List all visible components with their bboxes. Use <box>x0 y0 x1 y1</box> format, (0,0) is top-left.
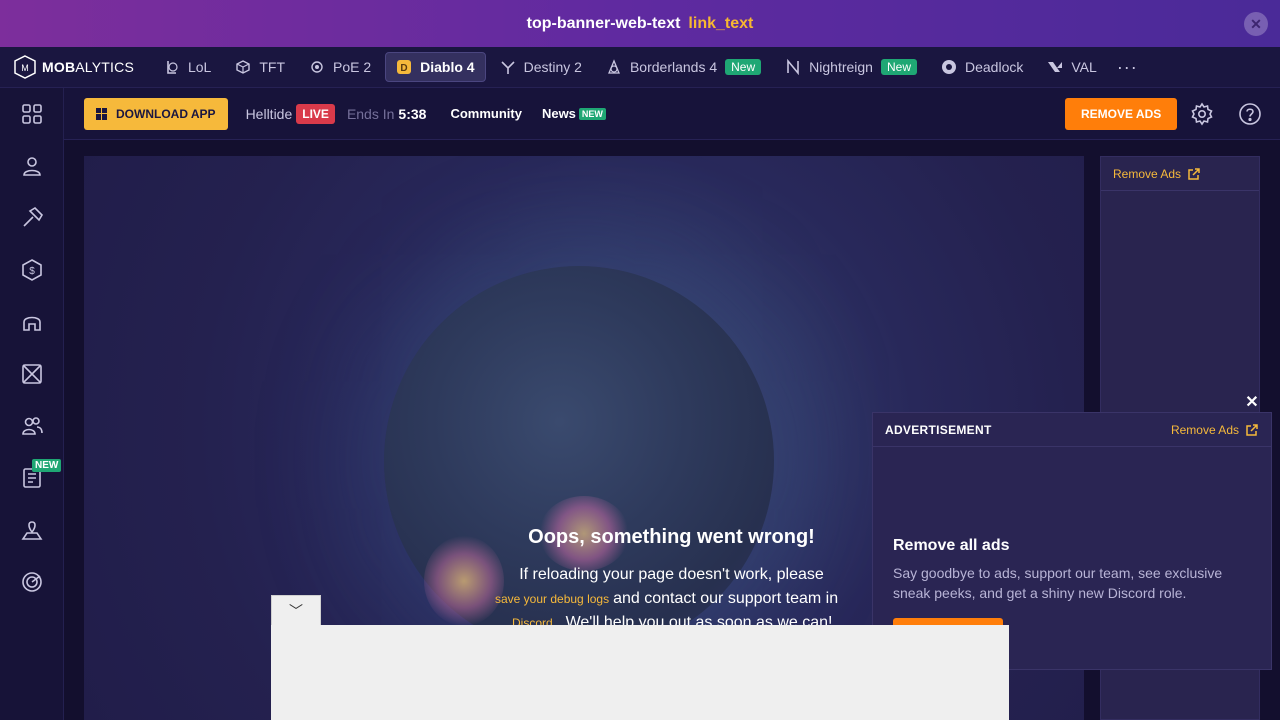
collapse-ad-button[interactable]: ﹀ <box>271 595 321 625</box>
map-pin-icon[interactable] <box>20 518 44 542</box>
new-badge: New <box>725 59 762 75</box>
lol-icon <box>164 59 180 75</box>
new-badge: NEW <box>32 459 62 472</box>
bottom-ad-slot <box>271 625 1009 720</box>
rail-remove-ads-link[interactable]: Remove Ads <box>1101 157 1259 191</box>
game-tab-label: Destiny 2 <box>523 59 582 75</box>
game-tab-deadlock[interactable]: Deadlock <box>931 52 1033 82</box>
game-tab-label: Nightreign <box>809 59 873 75</box>
game-nav: M MOBALYTICS LoL TFT PoE 2 D Diablo 4 De… <box>0 47 1280 88</box>
save-debug-logs-link[interactable]: save your debug logs <box>495 592 609 606</box>
logo-text-bold: MOB <box>42 59 76 75</box>
settings-gear-icon[interactable] <box>1190 102 1214 126</box>
profile-icon[interactable] <box>20 154 44 178</box>
diablo-icon: D <box>396 59 412 75</box>
external-link-icon <box>1246 423 1258 436</box>
game-tab-label: Deadlock <box>965 59 1024 75</box>
logo-text-thin: ALYTICS <box>75 59 134 75</box>
game-tab-label: Borderlands 4 <box>629 59 718 75</box>
new-badge: NEW <box>578 107 606 120</box>
news-label: News <box>541 106 576 121</box>
close-icon: ✕ <box>1250 15 1262 32</box>
remove-ads-button[interactable]: REMOVE ADS <box>1065 98 1178 130</box>
ends-in-label: Ends In <box>346 105 395 122</box>
borderlands-icon <box>606 59 622 75</box>
mobalytics-logo[interactable]: M MOBALYTICS <box>12 54 134 80</box>
nightreign-icon <box>785 59 801 75</box>
game-tab-tft[interactable]: TFT <box>225 52 295 82</box>
game-tab-valorant[interactable]: VAL <box>1037 52 1106 82</box>
error-text: and contact our support team in <box>613 590 839 607</box>
remove-ads-label: Remove Ads <box>1113 166 1182 181</box>
banner-link[interactable]: link_text <box>688 15 753 33</box>
new-badge: New <box>880 59 917 75</box>
news-link[interactable]: News NEW <box>542 106 606 121</box>
game-tab-label: PoE 2 <box>333 59 372 75</box>
more-games-icon[interactable]: ··· <box>1117 57 1138 78</box>
deadlock-icon <box>941 59 957 75</box>
group-icon[interactable] <box>20 414 44 438</box>
error-message-line: save your debug logs and contact our supp… <box>495 590 838 608</box>
tft-icon <box>235 59 251 75</box>
game-tab-destiny2[interactable]: Destiny 2 <box>490 52 592 82</box>
download-app-button[interactable]: DOWNLOAD APP <box>84 97 228 130</box>
helltide-timer: 5:38 <box>398 105 427 122</box>
sidebar: $ NEW <box>0 88 64 720</box>
game-tab-label: LoL <box>187 59 212 75</box>
sub-header: DOWNLOAD APP Helltide LIVE Ends In 5:38 … <box>64 88 1280 140</box>
currency-icon[interactable]: $ <box>20 258 44 282</box>
advertisement-label: ADVERTISEMENT <box>885 422 992 437</box>
helmet-icon[interactable] <box>20 310 44 334</box>
game-tab-label: VAL <box>1071 59 1097 75</box>
game-tab-label: Diablo 4 <box>420 59 475 75</box>
banner-close-button[interactable]: ✕ <box>1244 12 1268 36</box>
close-ad-button[interactable]: ✕ <box>1243 393 1261 411</box>
ad-description: Say goodbye to ads, support our team, se… <box>893 565 1223 601</box>
top-banner: top-banner-web-text link_text ✕ <box>0 0 1280 47</box>
remove-ads-label: Remove Ads <box>1170 422 1239 437</box>
chevron-down-icon: ﹀ <box>289 602 303 619</box>
remove-ads-link[interactable]: Remove Ads <box>1171 423 1259 437</box>
windows-icon <box>96 107 108 120</box>
game-tab-poe2[interactable]: PoE 2 <box>299 52 381 82</box>
helltide-label[interactable]: Helltide <box>246 106 293 122</box>
game-tab-nightreign[interactable]: Nightreign New <box>775 52 927 82</box>
poe-icon <box>309 59 325 75</box>
svg-text:D: D <box>401 63 408 74</box>
live-badge: LIVE <box>296 103 335 124</box>
banner-text: top-banner-web-text <box>526 14 681 32</box>
game-tab-borderlands4[interactable]: Borderlands 4 New <box>596 52 771 82</box>
game-tab-label: TFT <box>259 59 285 75</box>
help-icon[interactable] <box>1238 102 1262 126</box>
ad-title: Remove all ads <box>893 537 1010 554</box>
progress-icon[interactable] <box>20 570 44 594</box>
svg-text:$: $ <box>29 266 35 277</box>
svg-text:M: M <box>21 63 29 73</box>
mobalytics-logo-icon: M <box>14 55 36 79</box>
community-link[interactable]: Community <box>450 106 522 121</box>
crossed-swords-icon[interactable] <box>20 362 44 386</box>
game-tab-lol[interactable]: LoL <box>154 52 221 82</box>
apps-grid-icon[interactable] <box>20 102 44 126</box>
builds-hammer-icon[interactable] <box>20 206 44 230</box>
destiny-icon <box>500 59 516 75</box>
download-app-label: DOWNLOAD APP <box>116 106 216 121</box>
game-tab-diablo4[interactable]: D Diablo 4 <box>385 52 486 82</box>
valorant-icon <box>1047 59 1063 75</box>
external-link-icon <box>1188 167 1200 180</box>
